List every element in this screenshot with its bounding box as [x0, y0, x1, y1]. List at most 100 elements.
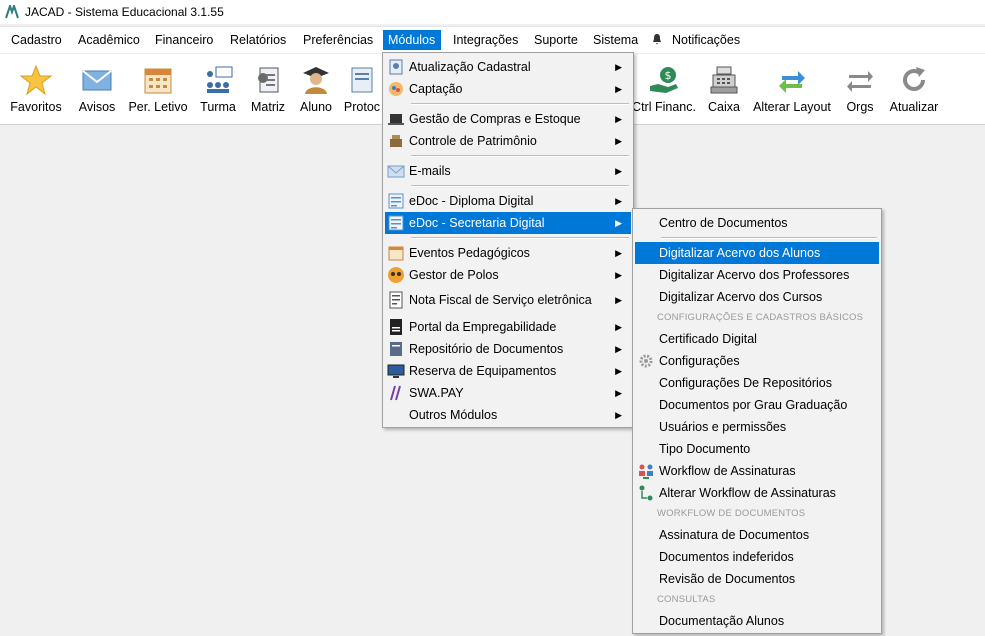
alterar-layout-button[interactable]: Alterar Layout: [752, 54, 832, 124]
menu-item-label: Repositório de Documentos: [409, 342, 564, 356]
ctrl-financ-label: Ctrl Financ.: [632, 100, 696, 114]
cadastral-icon: [389, 59, 403, 75]
submenu-item-revisao-documentos[interactable]: Revisão de Documentos: [635, 568, 879, 590]
menu-item-label: eDoc - Diploma Digital: [409, 194, 534, 208]
submenu-item-label: Documentos por Grau Graduação: [659, 398, 848, 412]
menu-item-label: Portal da Empregabilidade: [409, 320, 557, 334]
money-hand-icon: $: [650, 67, 678, 93]
window-title: JACAD - Sistema Educacional 3.1.55: [25, 5, 224, 19]
menu-notificacoes[interactable]: Notificações: [667, 30, 745, 50]
menu-cadastro[interactable]: Cadastro: [6, 30, 67, 50]
bell-icon: [653, 34, 661, 45]
menu-academico[interactable]: Acadêmico: [73, 30, 145, 50]
submenu-arrow-icon: ▶: [615, 270, 622, 280]
menu-separator: [411, 103, 629, 105]
menu-suporte[interactable]: Suporte: [529, 30, 583, 50]
submenu-arrow-icon: ▶: [615, 218, 622, 228]
menu-separator: [661, 237, 877, 239]
cv-icon: [390, 319, 402, 335]
submenu-item-label: Tipo Documento: [659, 442, 751, 456]
menu-item-atualizacao-cadastral[interactable]: Atualização Cadastral ▶: [385, 56, 631, 78]
aluno-button[interactable]: Aluno: [296, 54, 336, 124]
menu-item-edoc-diploma[interactable]: eDoc - Diploma Digital ▶: [385, 190, 631, 212]
submenu-arrow-icon: ▶: [615, 62, 622, 72]
menu-item-nfse[interactable]: Nota Fiscal de Serviço eletrônica ▶: [385, 289, 631, 311]
swap-arrows-icon: [847, 71, 873, 92]
menu-bar: Cadastro Acadêmico Financeiro Relatórios…: [0, 26, 985, 53]
submenu-item-digitalizar-alunos[interactable]: Digitalizar Acervo dos Alunos: [635, 242, 879, 264]
submenu-item-centro-documentos[interactable]: Centro de Documentos: [635, 212, 879, 234]
menu-item-eventos-pedagogicos[interactable]: Eventos Pedagógicos ▶: [385, 242, 631, 264]
menu-integracoes[interactable]: Integrações: [448, 30, 523, 50]
edoc-diploma-icon: [388, 193, 404, 209]
per-letivo-label: Per. Letivo: [128, 100, 188, 114]
caixa-button[interactable]: Caixa: [702, 54, 746, 124]
aluno-label: Aluno: [300, 100, 332, 114]
menu-financeiro[interactable]: Financeiro: [150, 30, 218, 50]
submenu-arrow-icon: ▶: [615, 388, 622, 398]
submenu-item-label: Usuários e permissões: [659, 420, 787, 434]
orgs-button[interactable]: Orgs: [838, 54, 882, 124]
submenu-item-documentacao-alunos[interactable]: Documentação Alunos: [635, 610, 879, 632]
email-icon: [387, 165, 405, 178]
submenu-arrow-icon: ▶: [615, 322, 622, 332]
menu-sistema[interactable]: Sistema: [588, 30, 643, 50]
per-letivo-button[interactable]: Per. Letivo: [126, 54, 190, 124]
submenu-item-label: Configurações: [659, 354, 740, 368]
menu-item-swa-pay[interactable]: SWA.PAY ▶: [385, 382, 631, 404]
menu-item-gestor-polos[interactable]: Gestor de Polos ▶: [385, 264, 631, 286]
submenu-arrow-icon: ▶: [615, 84, 622, 94]
menu-item-outros-modulos[interactable]: Outros Módulos ▶: [385, 404, 631, 426]
avisos-button[interactable]: Avisos: [72, 54, 122, 124]
matriz-button[interactable]: Matriz: [246, 54, 290, 124]
submenu-item-usuarios-permissoes[interactable]: Usuários e permissões: [635, 416, 879, 438]
menu-item-label: Reserva de Equipamentos: [409, 364, 557, 378]
menu-item-label: Gestão de Compras e Estoque: [409, 112, 581, 126]
turma-button[interactable]: Turma: [194, 54, 242, 124]
menu-item-emails[interactable]: E-mails ▶: [385, 160, 631, 182]
menu-item-edoc-secretaria[interactable]: eDoc - Secretaria Digital ▶: [385, 212, 631, 234]
submenu-item-tipo-documento[interactable]: Tipo Documento: [635, 438, 879, 460]
submenu-item-certificado-digital[interactable]: Certificado Digital: [635, 328, 879, 350]
menu-relatorios[interactable]: Relatórios: [225, 30, 291, 50]
ctrl-financ-button[interactable]: $ Ctrl Financ.: [632, 54, 696, 124]
atualizar-button[interactable]: Atualizar: [886, 54, 942, 124]
submenu-item-documentos-grau[interactable]: Documentos por Grau Graduação: [635, 394, 879, 416]
menu-item-label: Atualização Cadastral: [409, 60, 531, 74]
favoritos-label: Favoritos: [10, 100, 62, 114]
menu-item-label: Captação: [409, 82, 463, 96]
section-workflow-documentos: WORKFLOW DE DOCUMENTOS: [657, 508, 806, 519]
menu-item-label: Controle de Patrimônio: [409, 134, 537, 148]
menu-modulos[interactable]: Módulos: [383, 30, 441, 50]
captacao-icon: [389, 82, 403, 96]
submenu-item-alterar-workflow[interactable]: Alterar Workflow de Assinaturas: [635, 482, 879, 504]
submenu-arrow-icon: ▶: [615, 366, 622, 376]
monitor-icon: [387, 364, 405, 378]
submenu-item-assinatura-documentos[interactable]: Assinatura de Documentos: [635, 524, 879, 546]
refresh-icon: [903, 67, 925, 91]
menu-item-repositorio-documentos[interactable]: Repositório de Documentos ▶: [385, 338, 631, 360]
avisos-label: Avisos: [78, 100, 116, 114]
caixa-label: Caixa: [708, 100, 740, 114]
favoritos-button[interactable]: Favoritos: [4, 54, 68, 124]
submenu-arrow-icon: ▶: [615, 196, 622, 206]
submenu-item-digitalizar-cursos[interactable]: Digitalizar Acervo dos Cursos: [635, 286, 879, 308]
submenu-item-workflow-assinaturas[interactable]: Workflow de Assinaturas: [635, 460, 879, 482]
menu-item-gestao-compras[interactable]: Gestão de Compras e Estoque ▶: [385, 108, 631, 130]
protocolo-button[interactable]: Protoc: [342, 54, 382, 124]
class-group-icon: [207, 66, 233, 93]
menu-preferencias[interactable]: Preferências: [298, 30, 378, 50]
menu-item-controle-patrimonio[interactable]: Controle de Patrimônio ▶: [385, 130, 631, 152]
submenu-item-documentos-indeferidos[interactable]: Documentos indeferidos: [635, 546, 879, 568]
submenu-item-config-repositorios[interactable]: Configurações De Repositórios: [635, 372, 879, 394]
menu-item-captacao[interactable]: Captação ▶: [385, 78, 631, 100]
section-config-cadastros: CONFIGURAÇÕES E CADASTROS BÁSICOS: [657, 312, 864, 323]
repositorio-icon: [390, 342, 402, 356]
submenu-arrow-icon: ▶: [615, 295, 622, 305]
submenu-item-digitalizar-professores[interactable]: Digitalizar Acervo dos Professores: [635, 264, 879, 286]
menu-item-reserva-equipamentos[interactable]: Reserva de Equipamentos ▶: [385, 360, 631, 382]
star-icon: [20, 64, 52, 96]
submenu-item-configuracoes[interactable]: Configurações: [635, 350, 879, 372]
menu-item-portal-empregabilidade[interactable]: Portal da Empregabilidade ▶: [385, 316, 631, 338]
submenu-item-label: Centro de Documentos: [659, 216, 788, 230]
